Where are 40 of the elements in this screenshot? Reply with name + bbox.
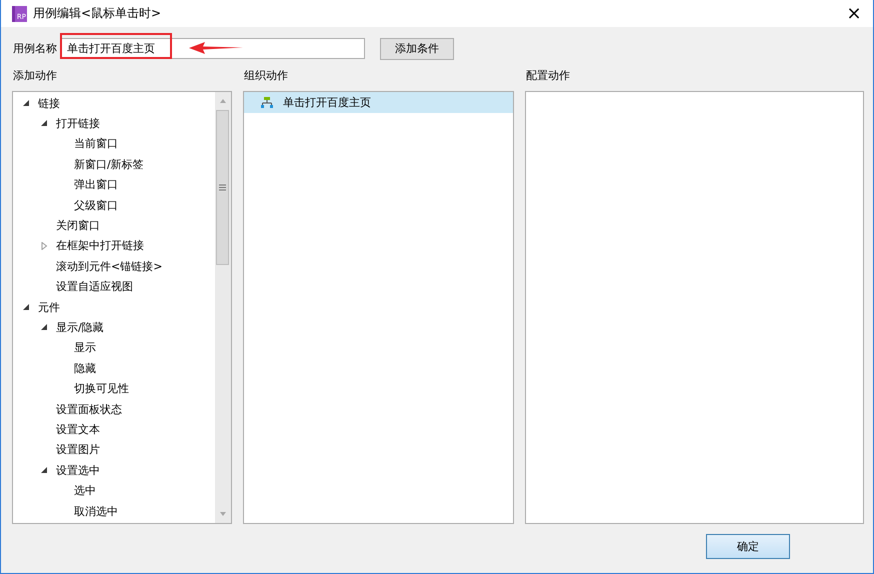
tree-item[interactable]: 弹出窗口	[74, 177, 118, 192]
section-heading: 组织动作	[244, 68, 289, 82]
tree-item[interactable]: 元件	[38, 300, 60, 315]
tree-item[interactable]: 关闭窗口	[56, 218, 100, 234]
action-item[interactable]: 单击打开百度主页	[244, 92, 513, 113]
section-heading: 添加动作	[13, 68, 58, 82]
tree-item[interactable]: 打开链接	[56, 116, 100, 132]
tree-item[interactable]: 显示/隐藏	[56, 320, 104, 335]
expanded-triangle-icon[interactable]	[22, 99, 30, 107]
tree-item[interactable]: 新窗口/新标签	[74, 156, 144, 172]
hierarchy-icon	[261, 97, 273, 108]
tree-item[interactable]: 链接	[38, 96, 60, 111]
tree-item[interactable]: 设置自适应视图	[56, 279, 133, 294]
tree-item[interactable]: 取消选中	[74, 504, 118, 518]
tree-item[interactable]: 设置文本	[56, 422, 100, 437]
tree-item[interactable]: 滚动到元件<锚链接>	[56, 258, 162, 274]
add-condition-button[interactable]: 添加条件	[380, 38, 454, 60]
tree-item[interactable]: 切换可见性	[74, 381, 129, 396]
tree-item[interactable]: 选中	[74, 483, 96, 498]
scrollbar-thumb[interactable]	[216, 110, 229, 265]
expanded-triangle-icon[interactable]	[40, 466, 48, 474]
tree-item[interactable]: 在框架中打开链接	[56, 238, 144, 254]
window-title: 用例编辑<鼠标单击时>	[33, 5, 162, 22]
tree-item[interactable]: 显示	[74, 340, 96, 356]
ok-button[interactable]: 确定	[706, 534, 790, 559]
scrollbar[interactable]	[215, 92, 231, 523]
tree-item[interactable]: 隐藏	[74, 360, 96, 376]
close-button[interactable]: ×	[839, 4, 869, 22]
field-label: 用例名称	[13, 41, 57, 56]
tree-item[interactable]: 设置面板状态	[56, 402, 122, 417]
expanded-triangle-icon[interactable]	[22, 302, 30, 311]
case-name-field[interactable]: 单击打开百度主页	[61, 38, 365, 59]
collapsed-triangle-icon[interactable]	[40, 242, 48, 250]
section-heading: 配置动作	[526, 68, 571, 82]
tree-item[interactable]: 当前窗口	[74, 136, 118, 152]
tree-item[interactable]: 父级窗口	[74, 198, 118, 213]
expanded-triangle-icon[interactable]	[40, 119, 48, 128]
expanded-triangle-icon[interactable]	[40, 323, 48, 332]
tree-item[interactable]: 设置图片	[56, 442, 100, 458]
tree-item[interactable]: 设置选中	[56, 462, 100, 478]
